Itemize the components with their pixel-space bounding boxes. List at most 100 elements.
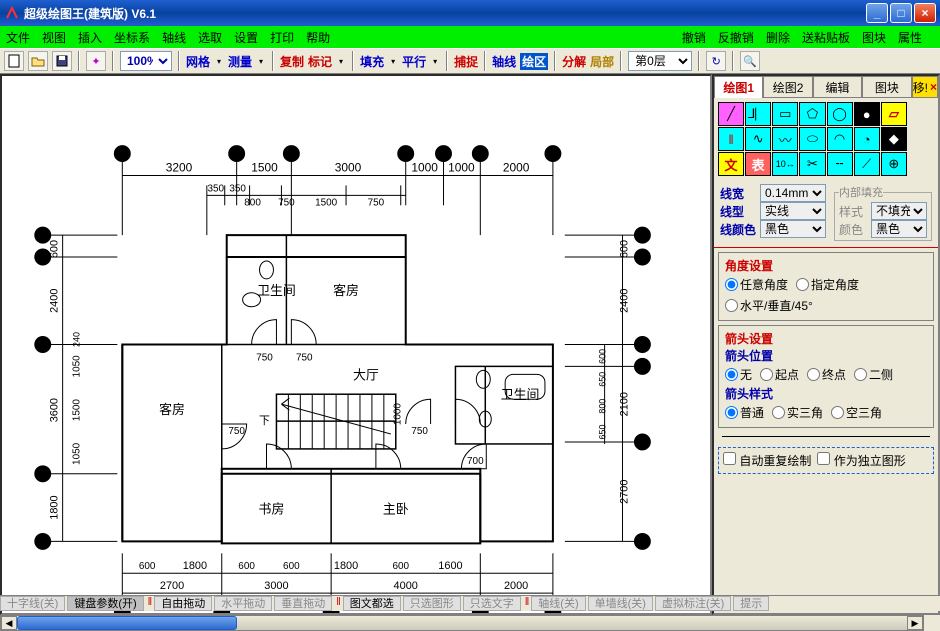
tb-partial[interactable]: 局部 (590, 53, 614, 70)
radio-arrow-start[interactable]: 起点 (760, 366, 799, 383)
tb-grid[interactable]: 网格 (186, 53, 210, 70)
tool-text[interactable]: 文 (718, 152, 744, 176)
scroll-right-icon[interactable]: ▶ (907, 616, 923, 630)
menu-insert[interactable]: 插入 (78, 29, 102, 46)
radio-arrow-both[interactable]: 二侧 (854, 366, 893, 383)
tool-dashline[interactable]: ⟋ (854, 152, 880, 176)
menu-delete[interactable]: 删除 (766, 29, 790, 46)
menu-clipboard[interactable]: 送粘贴板 (802, 29, 850, 46)
tb-copy[interactable]: 复制 (280, 53, 304, 70)
linecolor-select[interactable]: 黑色 (760, 220, 826, 238)
tb-parallel[interactable]: 平行 (402, 53, 426, 70)
tool-arc[interactable]: ◠ (827, 127, 853, 151)
paint-button[interactable]: ✦ (86, 51, 106, 71)
canvas-area[interactable]: 1 3 4 6 7 8 9 3200 1500 3000 (0, 74, 712, 615)
tool-eraser[interactable]: ▱ (881, 102, 907, 126)
save-button[interactable] (52, 51, 72, 71)
tool-zigzag[interactable]: ∿ (745, 127, 771, 151)
radio-angle-fixed[interactable]: 指定角度 (796, 276, 859, 293)
close-button[interactable]: × (914, 3, 936, 23)
layer-combo[interactable]: 第0层 (628, 51, 692, 71)
status-selall[interactable]: 图文都选 (343, 596, 401, 611)
maximize-button[interactable]: □ (890, 3, 912, 23)
tool-cut[interactable]: ✂ (799, 152, 825, 176)
status-kbd[interactable]: 键盘参数(开) (67, 596, 143, 611)
menu-select[interactable]: 选取 (198, 29, 222, 46)
tab-draw2[interactable]: 绘图2 (763, 76, 812, 98)
menu-coord[interactable]: 坐标系 (114, 29, 150, 46)
dd-icon[interactable]: ▾ (388, 52, 398, 70)
tool-diamond[interactable]: ◆ (881, 127, 907, 151)
h-scrollbar[interactable]: ◀ ▶ (0, 615, 924, 631)
fillstyle-select[interactable]: 不填充 (871, 202, 927, 220)
tool-wave[interactable]: 〰 (772, 127, 798, 151)
tool-polyline[interactable]: ⅃⎸ (745, 102, 771, 126)
tool-centerline[interactable]: ╌ (827, 152, 853, 176)
open-button[interactable] (28, 51, 48, 71)
close-icon[interactable]: × (930, 80, 937, 94)
eyeglass-button[interactable]: 🔍 (740, 51, 760, 71)
dd-icon[interactable]: ▾ (256, 52, 266, 70)
tool-line[interactable]: ╱ (718, 102, 744, 126)
tab-move[interactable]: 移!× (912, 76, 938, 98)
scroll-thumb[interactable] (17, 616, 237, 630)
tb-axis[interactable]: 轴线 (492, 53, 516, 70)
new-button[interactable] (4, 51, 24, 71)
tool-dimension[interactable]: 10↔ (772, 152, 798, 176)
radio-arrow-hollow[interactable]: 空三角 (831, 404, 882, 421)
tool-parallel[interactable]: ‖ (718, 127, 744, 151)
chk-independent[interactable]: 作为独立图形 (817, 452, 905, 469)
tab-draw1[interactable]: 绘图1 (714, 76, 763, 98)
status-virtdim[interactable]: 虚拟标注(关) (655, 596, 731, 611)
tool-sector[interactable]: ◔ (854, 127, 880, 151)
radio-arrow-normal[interactable]: 普通 (725, 404, 764, 421)
status-hint[interactable]: 提示 (733, 596, 769, 611)
status-selgfx[interactable]: 只选图形 (403, 596, 461, 611)
tab-block[interactable]: 图块 (862, 76, 911, 98)
tool-table[interactable]: 表 (745, 152, 771, 176)
chk-auto-repeat[interactable]: 自动重复绘制 (723, 452, 811, 469)
tool-rect[interactable]: ▭ (772, 102, 798, 126)
tool-polygon[interactable]: ⬠ (799, 102, 825, 126)
radio-arrow-none[interactable]: 无 (725, 366, 752, 383)
fillcolor-select[interactable]: 黑色 (871, 220, 927, 238)
tb-fill[interactable]: 填充 (360, 53, 384, 70)
menu-file[interactable]: 文件 (6, 29, 30, 46)
dd-icon[interactable]: ▾ (336, 52, 346, 70)
tool-filled-circle[interactable]: ● (854, 102, 880, 126)
menu-block[interactable]: 图块 (862, 29, 886, 46)
status-seltxt[interactable]: 只选文字 (463, 596, 521, 611)
menu-print[interactable]: 打印 (270, 29, 294, 46)
status-hdrag[interactable]: 水平拖动 (214, 596, 272, 611)
menu-undo[interactable]: 撤销 (682, 29, 706, 46)
dd-icon[interactable]: ▾ (214, 52, 224, 70)
scroll-left-icon[interactable]: ◀ (1, 616, 17, 630)
menu-props[interactable]: 属性 (898, 29, 922, 46)
menu-help[interactable]: 帮助 (306, 29, 330, 46)
radio-arrow-solid[interactable]: 实三角 (772, 404, 823, 421)
tb-mark[interactable]: 标记 (308, 53, 332, 70)
tool-compass[interactable]: ⊕ (881, 152, 907, 176)
status-cross[interactable]: 十字线(关) (0, 596, 65, 611)
linetype-select[interactable]: 实线 (760, 202, 826, 220)
tb-snap[interactable]: 捕捉 (454, 53, 478, 70)
status-freedrag[interactable]: 自由拖动 (154, 596, 212, 611)
radio-angle-hv[interactable]: 水平/垂直/45° (725, 297, 813, 314)
status-wall[interactable]: 单墙线(关) (588, 596, 653, 611)
status-vdrag[interactable]: 垂直拖动 (274, 596, 332, 611)
status-axis[interactable]: 轴线(关) (531, 596, 585, 611)
linewidth-select[interactable]: 0.14mm (760, 184, 826, 202)
menu-view[interactable]: 视图 (42, 29, 66, 46)
refresh-button[interactable]: ↻ (706, 51, 726, 71)
tool-ellipse[interactable]: ⬭ (799, 127, 825, 151)
tab-edit[interactable]: 编辑 (813, 76, 862, 98)
tb-drawarea[interactable]: 绘区 (520, 53, 548, 70)
radio-arrow-end[interactable]: 终点 (807, 366, 846, 383)
menu-redo[interactable]: 反撤销 (718, 29, 754, 46)
menu-settings[interactable]: 设置 (234, 29, 258, 46)
minimize-button[interactable]: _ (866, 3, 888, 23)
zoom-combo[interactable]: 100% (120, 51, 172, 71)
radio-angle-any[interactable]: 任意角度 (725, 276, 788, 293)
tb-explode[interactable]: 分解 (562, 53, 586, 70)
dd-icon[interactable]: ▾ (430, 52, 440, 70)
